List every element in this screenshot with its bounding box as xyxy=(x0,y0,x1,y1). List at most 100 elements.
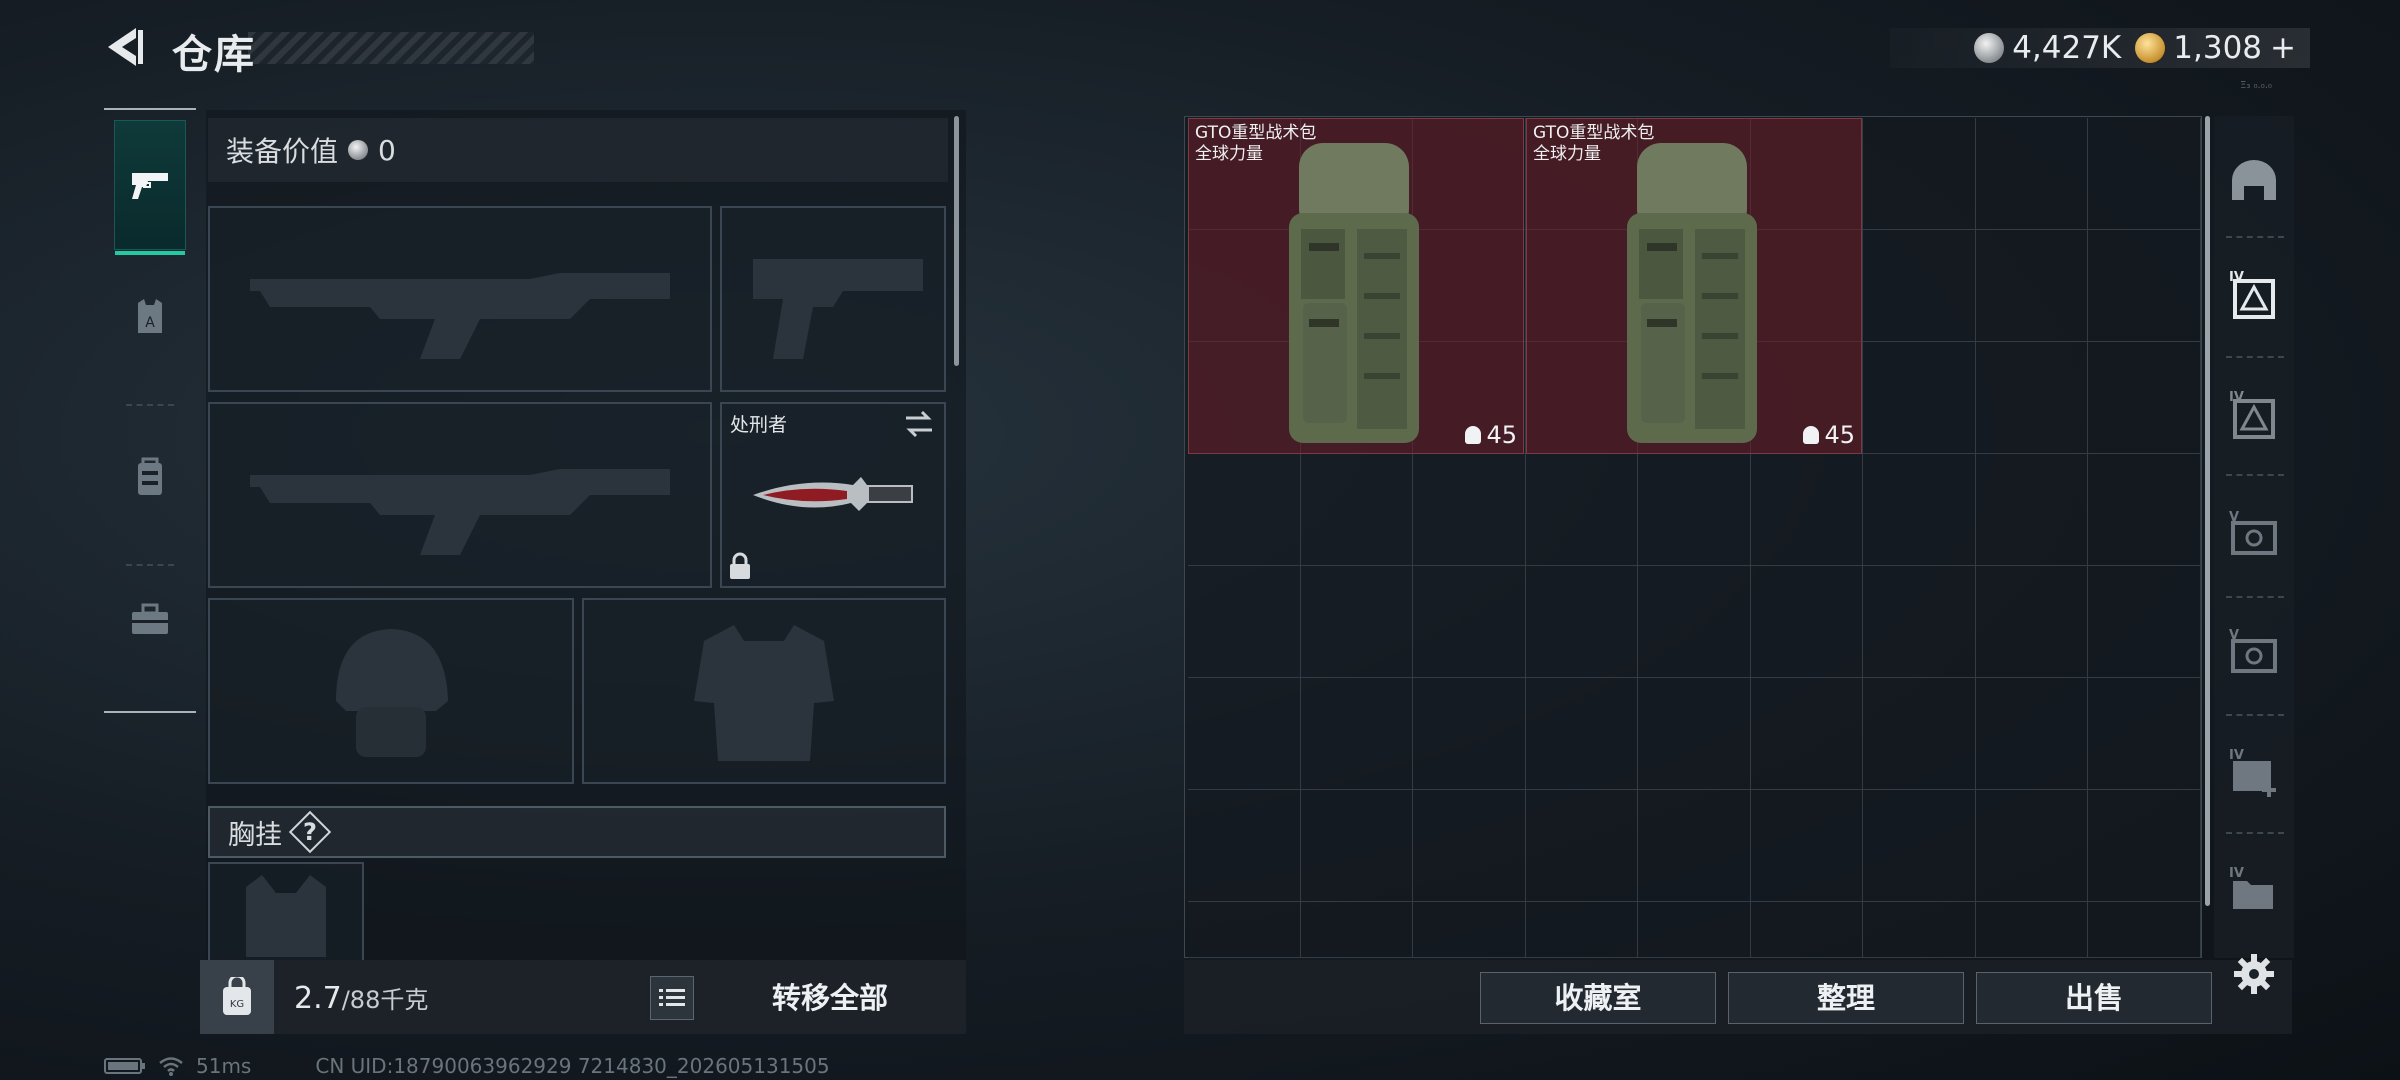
grid-cell[interactable] xyxy=(1638,566,1751,678)
svg-text:V: V xyxy=(2229,510,2239,525)
grid-cell[interactable] xyxy=(1525,678,1638,790)
grid-cell[interactable] xyxy=(1525,902,1638,958)
sell-button[interactable]: 出售 xyxy=(1976,972,2212,1024)
grid-cell[interactable] xyxy=(2088,118,2201,230)
grid-cell[interactable] xyxy=(1638,678,1751,790)
filter-tier-iv-armor[interactable]: IV xyxy=(2222,264,2286,328)
helmet-slot[interactable] xyxy=(208,598,574,784)
filter-helmet[interactable] xyxy=(2222,148,2286,212)
grid-cell[interactable] xyxy=(1863,230,1976,342)
gold-currency[interactable]: 1,308 + xyxy=(2135,30,2296,66)
grid-cell[interactable] xyxy=(1863,678,1976,790)
primary-weapon-slot[interactable] xyxy=(208,206,712,392)
grid-cell[interactable] xyxy=(1863,902,1976,958)
backpack-icon xyxy=(138,457,162,495)
grid-cell[interactable] xyxy=(1863,118,1976,230)
body-armor-slot[interactable] xyxy=(582,598,946,784)
grid-cell[interactable] xyxy=(2088,342,2201,454)
equipment-scrollbar[interactable] xyxy=(954,116,959,366)
grid-cell[interactable] xyxy=(1863,790,1976,902)
melee-slot[interactable]: 处刑者 xyxy=(720,402,946,588)
grid-cell[interactable] xyxy=(1975,678,2088,790)
grid-cell[interactable] xyxy=(1413,790,1526,902)
grid-cell[interactable] xyxy=(1638,454,1751,566)
grid-cell[interactable] xyxy=(1638,790,1751,902)
knife-icon xyxy=(753,477,913,511)
grid-cell[interactable] xyxy=(2088,566,2201,678)
grid-cell[interactable] xyxy=(1300,566,1413,678)
filter-tier-iv-chest[interactable]: IV xyxy=(2222,384,2286,448)
helmet-icon xyxy=(2232,160,2276,200)
grid-cell[interactable] xyxy=(1300,678,1413,790)
grid-cell[interactable] xyxy=(2088,678,2201,790)
grid-cell[interactable] xyxy=(1413,454,1526,566)
stash-item[interactable]: GTO重型战术包 全球力量 45 xyxy=(1188,118,1524,454)
grid-cell[interactable] xyxy=(1413,678,1526,790)
grid-cell[interactable] xyxy=(1975,118,2088,230)
grid-cell[interactable] xyxy=(1975,790,2088,902)
settings-gear-icon xyxy=(2234,954,2274,994)
grid-cell[interactable] xyxy=(1188,566,1301,678)
stash-item[interactable]: GTO重型战术包 全球力量 45 xyxy=(1526,118,1862,454)
grid-cell[interactable] xyxy=(1750,454,1863,566)
grid-cell[interactable] xyxy=(1300,902,1413,958)
grid-cell[interactable] xyxy=(2088,454,2201,566)
grid-cell[interactable] xyxy=(1525,790,1638,902)
grid-cell[interactable] xyxy=(2088,790,2201,902)
grid-cell[interactable] xyxy=(1975,566,2088,678)
toolbox-icon xyxy=(132,603,168,634)
filter-tier-v-bag[interactable]: V xyxy=(2222,504,2286,568)
weight-bag-button[interactable]: KG xyxy=(200,960,274,1034)
grid-cell[interactable] xyxy=(1188,678,1301,790)
stash-scrollbar[interactable] xyxy=(2205,116,2210,906)
rifle-silhouette-icon xyxy=(250,469,670,555)
grid-cell[interactable] xyxy=(1300,454,1413,566)
back-arrow-icon xyxy=(108,28,143,66)
nav-backpack[interactable] xyxy=(114,412,186,542)
nav-toolbox[interactable] xyxy=(114,554,186,684)
filter-separator xyxy=(2226,832,2284,834)
grid-cell[interactable] xyxy=(1413,902,1526,958)
durability-value: 45 xyxy=(1486,421,1517,449)
filter-tier-iv-folder[interactable]: IV xyxy=(2222,860,2286,924)
grid-cell[interactable] xyxy=(1750,678,1863,790)
nav-armor[interactable]: A xyxy=(114,252,186,382)
add-gold-button[interactable]: + xyxy=(2270,30,2296,66)
grid-cell[interactable] xyxy=(1975,342,2088,454)
grid-cell[interactable] xyxy=(1975,902,2088,958)
grid-cell[interactable] xyxy=(1750,902,1863,958)
grid-cell[interactable] xyxy=(1188,790,1301,902)
grid-cell[interactable] xyxy=(1525,454,1638,566)
collection-room-button[interactable]: 收藏室 xyxy=(1480,972,1716,1024)
grid-cell[interactable] xyxy=(1863,566,1976,678)
help-icon[interactable]: ? xyxy=(294,816,326,848)
settings-button[interactable] xyxy=(2226,946,2282,1002)
grid-cell[interactable] xyxy=(1750,566,1863,678)
transfer-all-button[interactable]: 转移全部 xyxy=(740,976,920,1020)
grid-cell[interactable] xyxy=(1525,566,1638,678)
grid-cell[interactable] xyxy=(1638,902,1751,958)
secondary-weapon-slot[interactable] xyxy=(208,402,712,588)
grid-cell[interactable] xyxy=(1300,790,1413,902)
sort-button[interactable]: 整理 xyxy=(1728,972,1964,1024)
grid-cell[interactable] xyxy=(1863,342,1976,454)
grid-cell[interactable] xyxy=(2088,902,2201,958)
grid-cell[interactable] xyxy=(1975,230,2088,342)
filter-tier-iv-add[interactable]: IV xyxy=(2222,742,2286,806)
filter-tier-v-case[interactable]: V xyxy=(2222,622,2286,686)
chest-rig-slot[interactable] xyxy=(208,862,364,960)
armor-vest-icon: A xyxy=(138,299,162,333)
grid-cell[interactable] xyxy=(1863,454,1976,566)
grid-cell[interactable] xyxy=(1975,454,2088,566)
pistol-slot[interactable] xyxy=(720,206,946,392)
list-view-button[interactable] xyxy=(650,976,694,1020)
nav-weapons[interactable] xyxy=(114,120,186,255)
grid-cell[interactable] xyxy=(1188,902,1301,958)
filter-separator xyxy=(2226,714,2284,716)
grid-cell[interactable] xyxy=(1750,790,1863,902)
grid-cell[interactable] xyxy=(2088,230,2201,342)
svg-text:IV: IV xyxy=(2229,748,2244,763)
grid-cell[interactable] xyxy=(1188,454,1301,566)
grid-cell[interactable] xyxy=(1413,566,1526,678)
back-button[interactable] xyxy=(100,22,150,72)
